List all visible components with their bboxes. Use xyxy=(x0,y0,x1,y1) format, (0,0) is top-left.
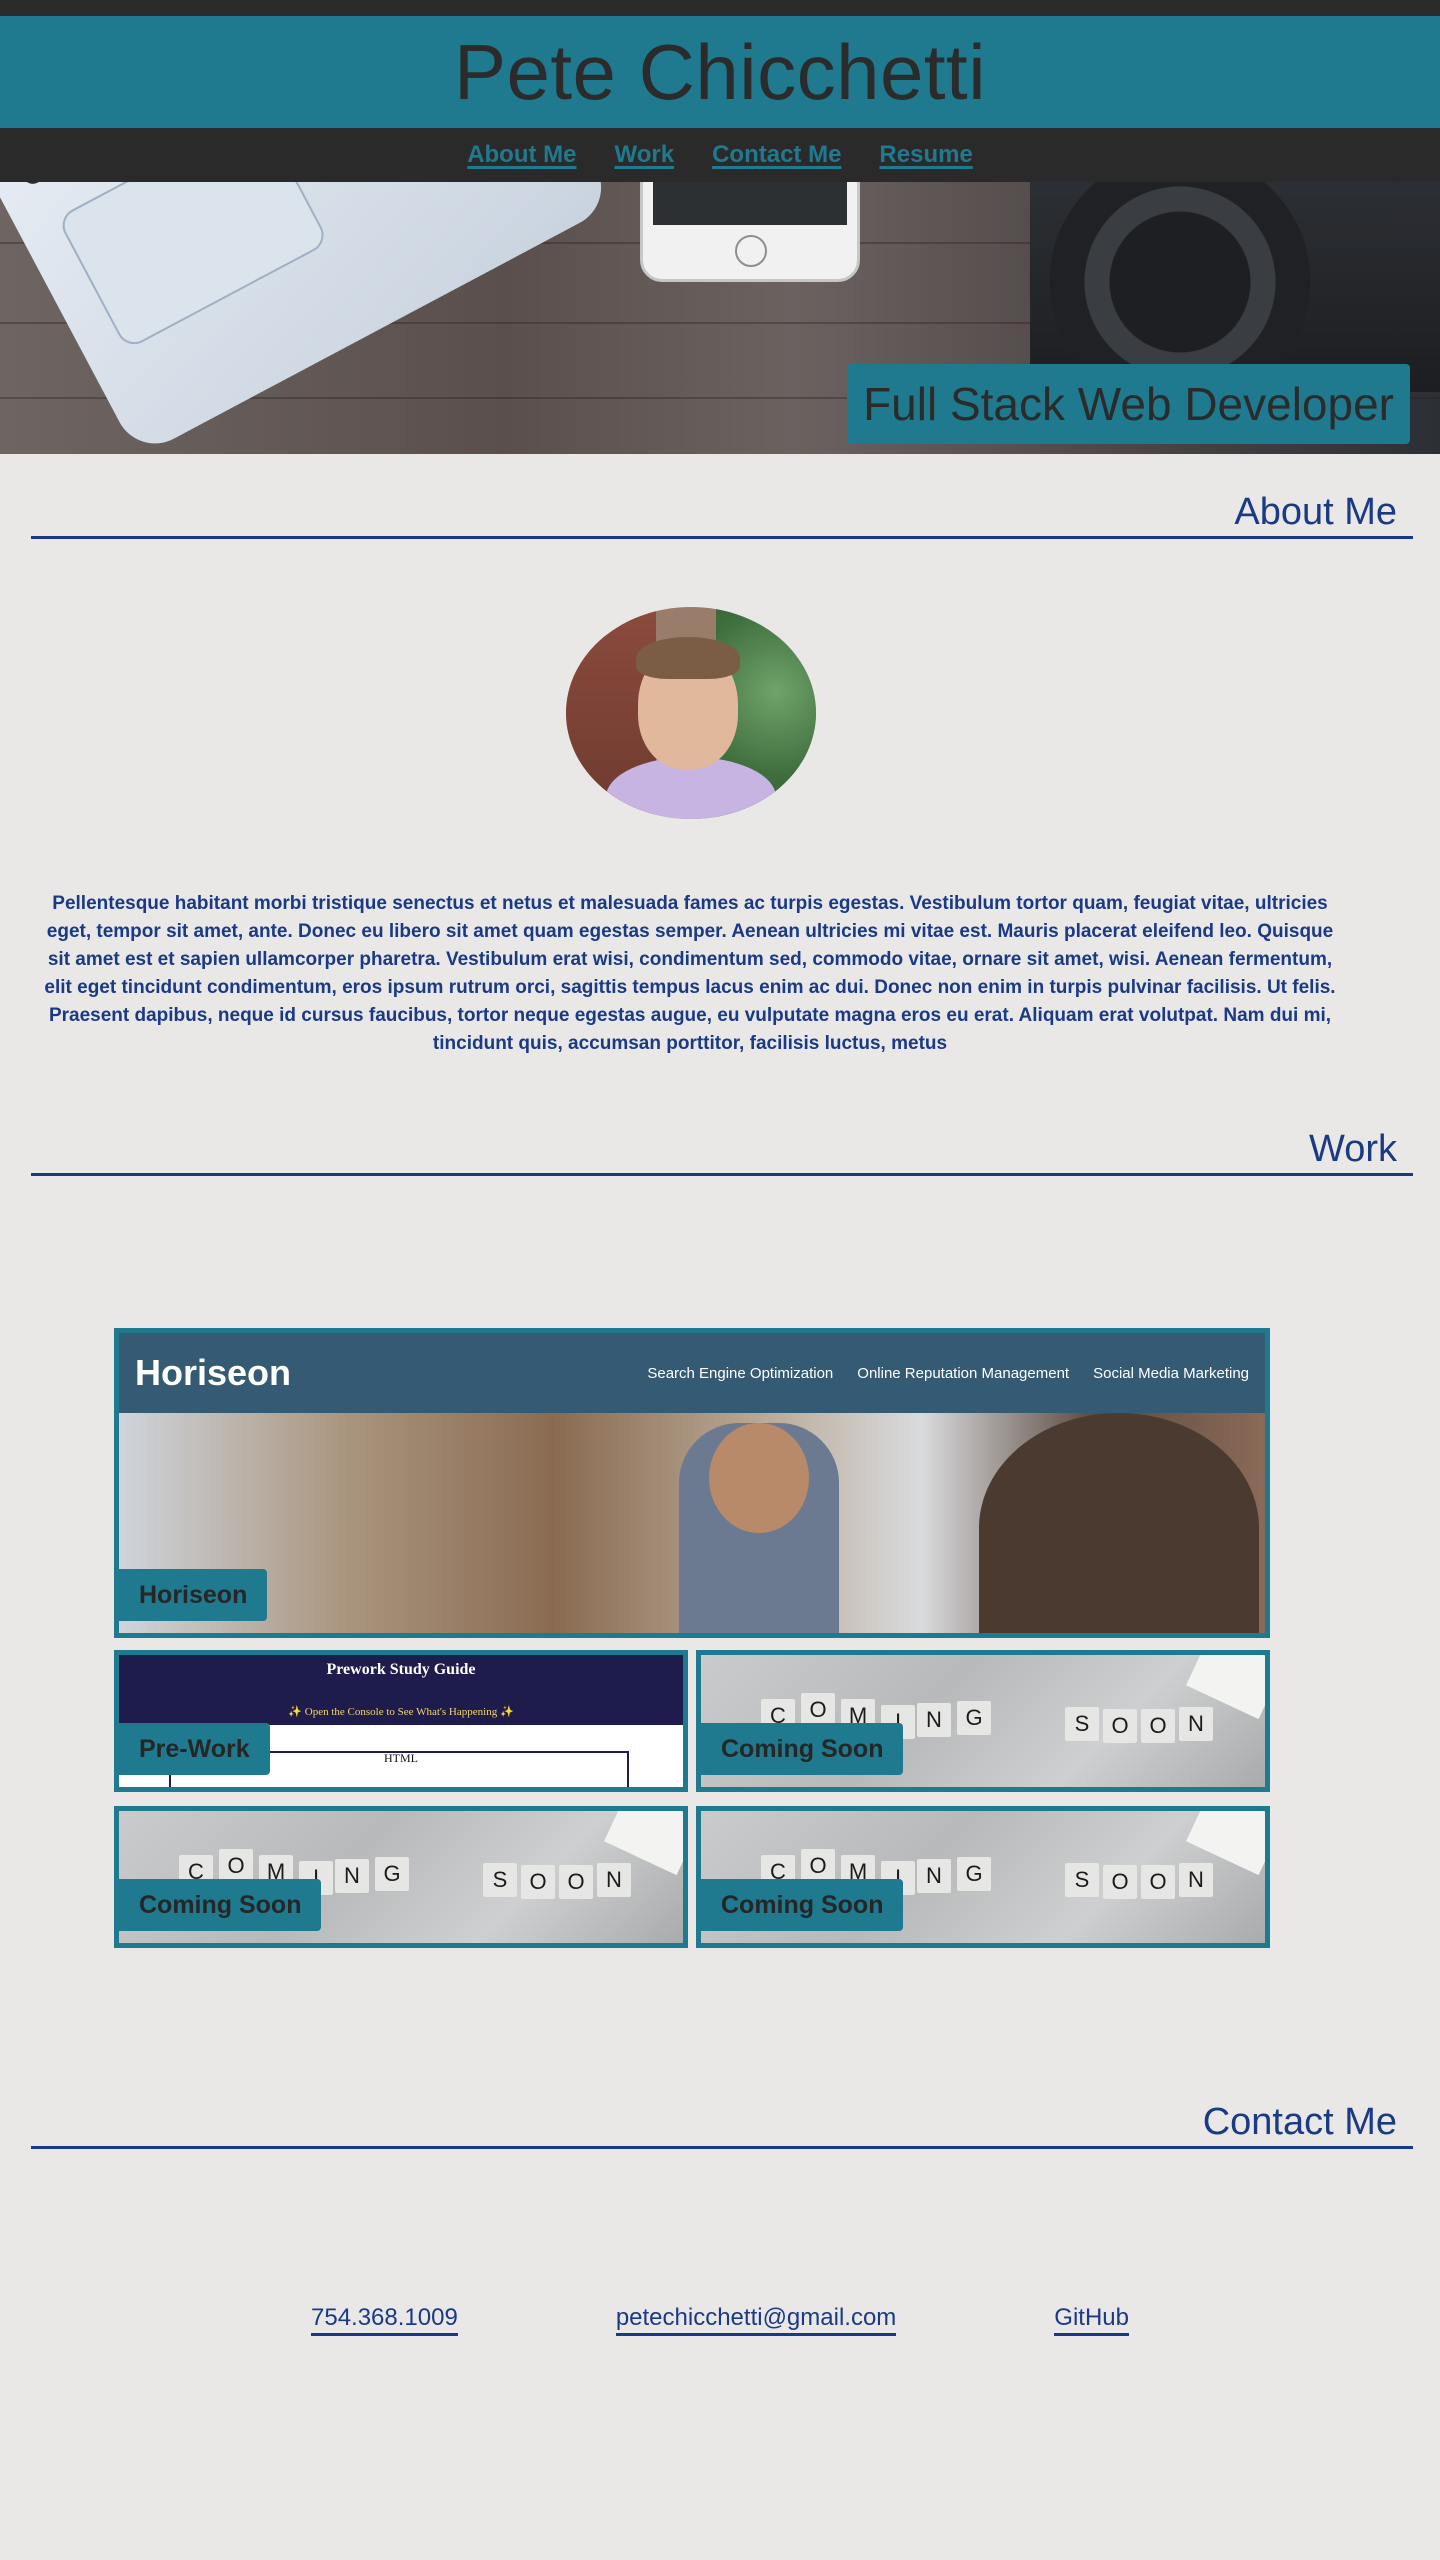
github-link[interactable]: GitHub xyxy=(1054,2304,1129,2336)
letter-card: O xyxy=(1141,1865,1175,1899)
letter-card: O xyxy=(801,1849,835,1883)
letter-card: S xyxy=(1065,1707,1099,1741)
photo-hair xyxy=(636,637,740,679)
work-tile-label: Coming Soon xyxy=(701,1723,904,1775)
about-section-header: About Me xyxy=(31,490,1413,539)
photo-person-head xyxy=(709,1423,809,1533)
work-tile-prework[interactable]: Prework Study Guide ✨ Open the Console t… xyxy=(114,1650,688,1792)
letter-card: G xyxy=(957,1857,991,1891)
horiseon-screenshot-header: Horiseon Search Engine Optimization Onli… xyxy=(119,1333,1265,1413)
hero-tagline-badge: Full Stack Web Developer xyxy=(847,364,1410,444)
work-tile-coming-soon[interactable]: C O M I N G S O O N Coming Soon xyxy=(696,1650,1270,1792)
letter-card: G xyxy=(957,1701,991,1735)
about-heading: About Me xyxy=(1234,491,1397,533)
hero-tagline: Full Stack Web Developer xyxy=(863,378,1394,430)
letter-card: N xyxy=(335,1859,369,1893)
contact-heading: Contact Me xyxy=(1202,2101,1397,2143)
phone-home-button xyxy=(735,235,767,267)
work-tile-coming-soon[interactable]: C O M I N G S O O N Coming Soon xyxy=(114,1806,688,1948)
site-title: Pete Chicchetti xyxy=(453,27,987,116)
letter-card: S xyxy=(483,1863,517,1897)
work-tile-label: Pre-Work xyxy=(119,1723,270,1775)
work-section-header: Work xyxy=(31,1127,1413,1176)
contact-section-header: Contact Me xyxy=(31,2100,1413,2149)
phone-image xyxy=(640,182,860,282)
email-link[interactable]: petechicchetti@gmail.com xyxy=(615,2304,897,2336)
work-tile-label-text: Pre-Work xyxy=(139,1734,250,1763)
nav-link-resume[interactable]: Resume xyxy=(879,141,972,169)
letter-card: O xyxy=(801,1693,835,1727)
letter-card: O xyxy=(521,1865,555,1899)
top-strip xyxy=(0,0,1440,16)
letter-card: N xyxy=(1179,1863,1213,1897)
work-tile-coming-soon[interactable]: C O M I N G S O O N Coming Soon xyxy=(696,1806,1270,1948)
letter-card: S xyxy=(1065,1863,1099,1897)
letter-card: O xyxy=(1141,1709,1175,1743)
horiseon-screenshot-photo xyxy=(119,1413,1265,1633)
work-heading: Work xyxy=(1309,1128,1397,1170)
nav-link-contact-me[interactable]: Contact Me xyxy=(712,141,841,169)
phone-screen xyxy=(653,182,847,225)
letter-card: N xyxy=(597,1863,631,1897)
letter-card: O xyxy=(559,1865,593,1899)
photo-person xyxy=(979,1413,1259,1633)
work-tile-label-text: Coming Soon xyxy=(139,1890,302,1919)
nav-link-work[interactable]: Work xyxy=(615,141,675,169)
contact-links: 754.368.1009 petechicchetti@gmail.com Gi… xyxy=(0,2304,1440,2336)
laptop-trackpad xyxy=(56,182,330,351)
prework-screenshot-header: Prework Study Guide ✨ Open the Console t… xyxy=(119,1655,683,1725)
site-header: Pete Chicchetti xyxy=(0,16,1440,128)
letter-card: N xyxy=(917,1703,951,1737)
work-grid: Horiseon Search Engine Optimization Onli… xyxy=(114,1328,1270,1948)
camera-image xyxy=(1030,182,1440,392)
laptop-image xyxy=(0,182,616,454)
letter-card: O xyxy=(219,1849,253,1883)
work-tile-horiseon[interactable]: Horiseon Search Engine Optimization Onli… xyxy=(114,1328,1270,1638)
letter-card: N xyxy=(1179,1707,1213,1741)
nav-link-about-me[interactable]: About Me xyxy=(467,141,576,169)
work-tile-label-text: Coming Soon xyxy=(721,1734,884,1763)
horiseon-brand: Horiseon xyxy=(135,1352,292,1393)
work-tile-label-text: Coming Soon xyxy=(721,1890,884,1919)
letter-card: G xyxy=(375,1857,409,1891)
phone-link[interactable]: 754.368.1009 xyxy=(311,2304,458,2336)
horiseon-nav-item: Online Reputation Management xyxy=(857,1364,1070,1382)
horiseon-nav: Search Engine Optimization Online Reputa… xyxy=(647,1365,1249,1382)
prework-title: Prework Study Guide xyxy=(326,1661,476,1678)
main-nav: About Me Work Contact Me Resume xyxy=(0,128,1440,182)
letter-card: O xyxy=(1103,1709,1137,1743)
horiseon-nav-item: Social Media Marketing xyxy=(1093,1364,1249,1382)
letter-card: O xyxy=(1103,1865,1137,1899)
letter-card: N xyxy=(917,1859,951,1893)
work-tile-label-text: Horiseon xyxy=(139,1580,248,1609)
work-tile-label: Horiseon xyxy=(119,1569,268,1621)
horiseon-nav-item: Search Engine Optimization xyxy=(647,1364,834,1382)
work-tile-label: Coming Soon xyxy=(701,1879,904,1931)
prework-subtitle: ✨ Open the Console to See What's Happeni… xyxy=(288,1706,514,1718)
profile-photo xyxy=(566,607,816,819)
work-tile-label: Coming Soon xyxy=(119,1879,322,1931)
about-paragraph: Pellentesque habitant morbi tristique se… xyxy=(44,893,1336,1054)
